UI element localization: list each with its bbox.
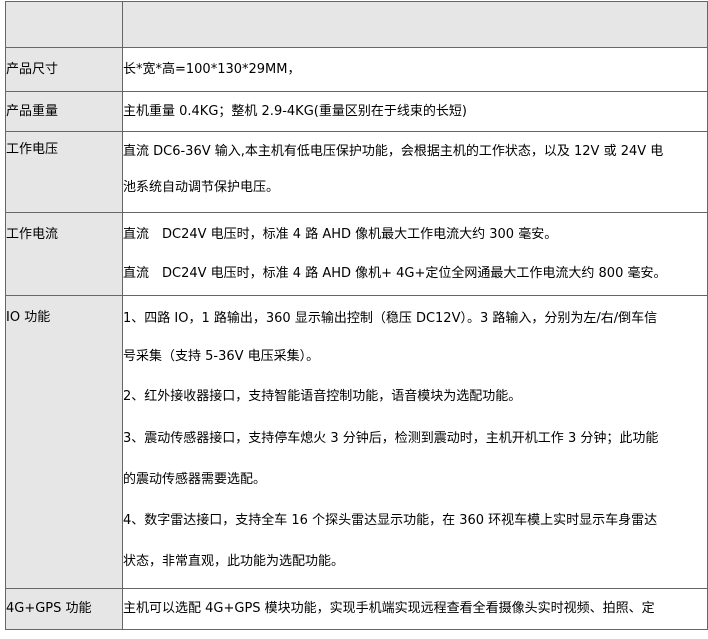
value-line: 直流 DC6-36V 输入,本主机有低电压保护功能，会根据主机的工作状态，以及 … [123, 144, 664, 159]
spec-table: 产品尺寸 长*宽*高=100*130*29MM， 产品重量 主机重量 0.4KG… [5, 1, 708, 630]
row-label-size: 产品尺寸 [5, 47, 123, 92]
table-row-weight: 产品重量 主机重量 0.4KG；整机 2.9-4KG(重量区别在于线束的长短) [5, 91, 708, 132]
row-value-io: 1、四路 IO，1 路输出，360 显示输出控制（稳压 DC12V）。3 路输入… [122, 295, 708, 589]
io-item-line: 的震动传感器需要选配。 [123, 472, 267, 487]
row-value-voltage: 直流 DC6-36V 输入,本主机有低电压保护功能，会根据主机的工作状态，以及 … [122, 131, 708, 213]
value-text: 主机可以选配 4G+GPS 模块功能，实现手机端实现远程查看全看摄像头实时视频、… [123, 601, 655, 616]
row-label-weight: 产品重量 [5, 91, 123, 132]
label-text: IO 功能 [6, 310, 51, 325]
label-text: 工作电压 [6, 142, 59, 157]
row-label-voltage: 工作电压 [5, 131, 123, 213]
header-label-cell [5, 1, 123, 48]
table-row-current: 工作电流 直流 DC24V 电压时，标准 4 路 AHD 像机最大工作电流大约 … [5, 212, 708, 296]
row-value-weight: 主机重量 0.4KG；整机 2.9-4KG(重量区别在于线束的长短) [122, 91, 708, 132]
io-item-line: 1、四路 IO，1 路输出，360 显示输出控制（稳压 DC12V）。3 路输入… [123, 311, 658, 326]
io-item-line: 4、数字雷达接口，支持全车 16 个探头雷达显示功能，在 360 环视车模上实时… [123, 513, 658, 528]
io-item-line: 状态，非常直观，此功能为选配功能。 [123, 554, 345, 569]
spec-sheet: 产品尺寸 长*宽*高=100*130*29MM， 产品重量 主机重量 0.4KG… [0, 0, 708, 639]
label-text: 产品重量 [6, 104, 59, 119]
io-item-line: 2、红外接收器接口，支持智能语音控制功能，语音模块为选配功能。 [123, 389, 522, 404]
label-text: 工作电流 [6, 227, 59, 242]
table-row-size: 产品尺寸 长*宽*高=100*130*29MM， [5, 47, 708, 92]
row-value-gps: 主机可以选配 4G+GPS 模块功能，实现手机端实现远程查看全看摄像头实时视频、… [122, 588, 708, 630]
row-value-current: 直流 DC24V 电压时，标准 4 路 AHD 像机最大工作电流大约 300 毫… [122, 212, 708, 296]
value-line: 直流 DC24V 电压时，标准 4 路 AHD 像机+ 4G+定位全网通最大工作… [123, 266, 667, 281]
row-label-io: IO 功能 [5, 295, 123, 589]
io-item-line: 3、震动传感器接口，支持停车熄火 3 分钟后，检测到震动时，主机开机工作 3 分… [123, 431, 659, 446]
label-text: 产品尺寸 [6, 62, 59, 77]
value-line: 直流 DC24V 电压时，标准 4 路 AHD 像机最大工作电流大约 300 毫… [123, 227, 558, 242]
row-label-gps: 4G+GPS 功能 [5, 588, 123, 630]
label-text: 4G+GPS 功能 [6, 601, 92, 616]
value-text: 主机重量 0.4KG；整机 2.9-4KG(重量区别在于线束的长短) [123, 104, 467, 119]
table-row-io: IO 功能 1、四路 IO，1 路输出，360 显示输出控制（稳压 DC12V）… [5, 295, 708, 589]
table-row-gps: 4G+GPS 功能 主机可以选配 4G+GPS 模块功能，实现手机端实现远程查看… [5, 588, 708, 630]
header-value-cell [122, 1, 708, 48]
io-item-line: 号采集（支持 5-36V 电压采集）。 [123, 349, 320, 364]
row-value-size: 长*宽*高=100*130*29MM， [122, 47, 708, 92]
row-label-current: 工作电流 [5, 212, 123, 296]
value-line: 池系统自动调节保护电压。 [123, 180, 280, 195]
table-row-voltage: 工作电压 直流 DC6-36V 输入,本主机有低电压保护功能，会根据主机的工作状… [5, 131, 708, 213]
value-text: 长*宽*高=100*130*29MM， [123, 62, 301, 77]
table-header-row [5, 1, 708, 48]
